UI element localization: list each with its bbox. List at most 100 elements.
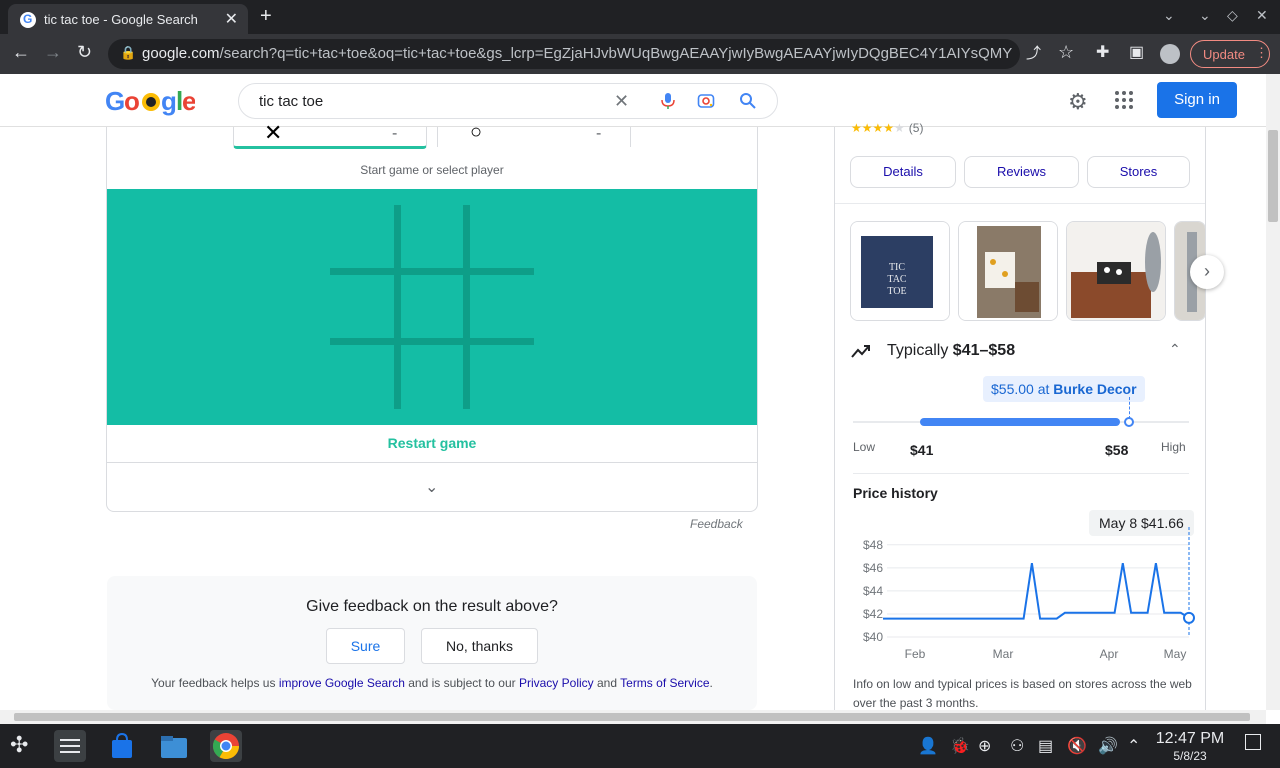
clear-search-icon[interactable]: ✕ — [614, 91, 629, 112]
y-tick-label: $46 — [863, 561, 883, 575]
price-marker-line — [1128, 397, 1130, 419]
browser-tab[interactable]: tic tac toe - Google Search ✕ — [8, 4, 248, 34]
store-app-icon[interactable] — [106, 730, 138, 762]
player-o-selector[interactable]: ○ - — [437, 121, 631, 147]
more-menu-icon[interactable]: ⋮ — [1255, 45, 1268, 61]
google-lens-icon[interactable] — [697, 92, 715, 110]
svg-text:TIC: TIC — [889, 262, 905, 273]
share-icon[interactable]: ⤴ — [1026, 42, 1041, 63]
board-cell[interactable] — [401, 345, 463, 409]
clock-time[interactable]: 12:47 PM — [1154, 730, 1226, 748]
expand-chevron-down-icon[interactable]: ⌄ — [425, 477, 438, 497]
terms-of-service-link[interactable]: Terms of Service — [620, 676, 709, 690]
board-cell[interactable] — [401, 205, 463, 268]
mute-icon[interactable]: 🔇 — [1067, 736, 1087, 756]
app-launcher-icon[interactable]: ✣ — [10, 732, 28, 758]
board-cell[interactable] — [470, 275, 534, 338]
board-cell[interactable] — [330, 275, 394, 338]
improve-google-search-link[interactable]: improve Google Search — [279, 676, 405, 690]
tab-search-icon[interactable]: ⌄ — [1163, 7, 1175, 24]
back-icon[interactable]: ← — [12, 42, 30, 63]
people-icon[interactable]: ⚇ — [1010, 736, 1024, 756]
browser-toolbar: ← → ↻ 🔒 google.com/search?q=tic+tac+toe&… — [0, 34, 1280, 74]
minimize-icon[interactable]: ⌄ — [1199, 7, 1211, 24]
product-image[interactable]: TIC TAC TOE — [850, 221, 950, 321]
board-cell[interactable] — [470, 345, 534, 409]
reload-icon[interactable]: ↻ — [77, 42, 92, 63]
tab-details[interactable]: Details — [850, 156, 956, 188]
lock-icon[interactable]: 🔒 — [120, 45, 136, 61]
product-image[interactable] — [1066, 221, 1166, 321]
chrome-app-icon[interactable] — [210, 730, 242, 762]
restart-game-button[interactable]: Restart game — [107, 435, 757, 451]
chevron-right-icon[interactable]: › — [1190, 255, 1224, 289]
vertical-scroll-thumb[interactable] — [1268, 130, 1278, 222]
update-button[interactable]: Update ⋮ — [1190, 40, 1270, 68]
forward-icon[interactable]: → — [44, 42, 62, 63]
trending-icon — [851, 345, 870, 358]
show-desktop-icon[interactable] — [1245, 734, 1261, 750]
settings-app-icon[interactable] — [54, 730, 86, 762]
microphone-icon[interactable] — [659, 92, 677, 110]
price-history-chart[interactable]: $48 $46 $44 $42 $40 Feb Mar Apr May — [849, 527, 1199, 667]
feedback-no-thanks-button[interactable]: No, thanks — [421, 628, 538, 664]
window-close-icon[interactable]: ✕ — [1256, 7, 1268, 24]
player-x-selector[interactable]: ✕ - — [233, 120, 427, 149]
feedback-panel: Give feedback on the result above? Sure … — [107, 576, 757, 710]
volume-icon[interactable]: 🔊 — [1098, 736, 1118, 756]
sign-in-button[interactable]: Sign in — [1157, 82, 1237, 118]
rating-count: (5) — [908, 121, 924, 135]
divider — [107, 462, 757, 463]
collapse-chevron-up-icon[interactable]: ⌃ — [1169, 341, 1181, 358]
google-favicon-icon — [20, 12, 36, 28]
search-box[interactable]: tic tac toe ✕ — [238, 83, 778, 119]
restore-icon[interactable]: ◇ — [1227, 7, 1238, 24]
tab-close-icon[interactable]: ✕ — [225, 9, 238, 29]
feedback-question: Give feedback on the result above? — [306, 598, 558, 615]
horizontal-scroll-thumb[interactable] — [14, 713, 1250, 721]
tab-reviews[interactable]: Reviews — [964, 156, 1079, 188]
grid-line — [330, 268, 534, 275]
board-cell[interactable] — [330, 345, 394, 409]
tab-stores[interactable]: Stores — [1087, 156, 1190, 188]
y-tick-label: $48 — [863, 538, 883, 552]
store-link[interactable]: Burke Decor — [1053, 381, 1136, 397]
new-tab-icon[interactable]: + — [260, 5, 272, 28]
file-manager-icon[interactable] — [158, 730, 190, 762]
bug-icon[interactable]: 🐞 — [950, 736, 970, 756]
player-x-score: - — [392, 125, 398, 142]
range-high-value: $58 — [1105, 442, 1129, 458]
search-input[interactable]: tic tac toe — [259, 93, 323, 110]
board-cell[interactable] — [470, 205, 534, 268]
divider — [853, 473, 1189, 474]
clipboard-icon[interactable]: ▤ — [1038, 736, 1053, 756]
profile-avatar-icon[interactable] — [1160, 44, 1180, 64]
bookmark-star-icon[interactable]: ☆ — [1058, 42, 1074, 63]
price-history-title: Price history — [853, 485, 938, 501]
clock-date[interactable]: 5/8/23 — [1154, 749, 1226, 763]
feedback-sure-button[interactable]: Sure — [326, 628, 405, 664]
extensions-icon[interactable]: ✚ — [1096, 42, 1109, 62]
privacy-policy-link[interactable]: Privacy Policy — [519, 676, 594, 690]
google-doodle-logo[interactable]: G o g l e — [105, 86, 196, 123]
horizontal-scrollbar[interactable] — [0, 710, 1266, 724]
address-bar[interactable]: 🔒 google.com/search?q=tic+tac+toe&oq=tic… — [108, 39, 1020, 69]
y-tick-label: $42 — [863, 607, 883, 621]
google-apps-icon[interactable] — [1114, 90, 1134, 110]
feedback-link[interactable]: Feedback — [690, 517, 743, 531]
update-icon[interactable]: ⊕ — [978, 736, 991, 756]
board-cell[interactable] — [330, 205, 394, 268]
current-price-marker — [1123, 417, 1134, 427]
tab-title: tic tac toe - Google Search — [44, 12, 198, 27]
settings-gear-icon[interactable]: ⚙ — [1068, 89, 1088, 115]
side-panel-icon[interactable]: ▣ — [1129, 42, 1144, 62]
product-image[interactable] — [958, 221, 1058, 321]
board-cell[interactable] — [401, 275, 463, 338]
player-x-symbol: ✕ — [264, 120, 283, 145]
user-icon[interactable]: 👤 — [918, 736, 938, 756]
search-icon[interactable] — [739, 92, 757, 110]
current-price-tag: $55.00 at Burke Decor — [983, 376, 1145, 402]
vertical-scrollbar[interactable] — [1266, 74, 1280, 710]
tray-expand-chevron-up-icon[interactable]: ⌃ — [1127, 736, 1140, 756]
grid-line — [330, 338, 534, 345]
